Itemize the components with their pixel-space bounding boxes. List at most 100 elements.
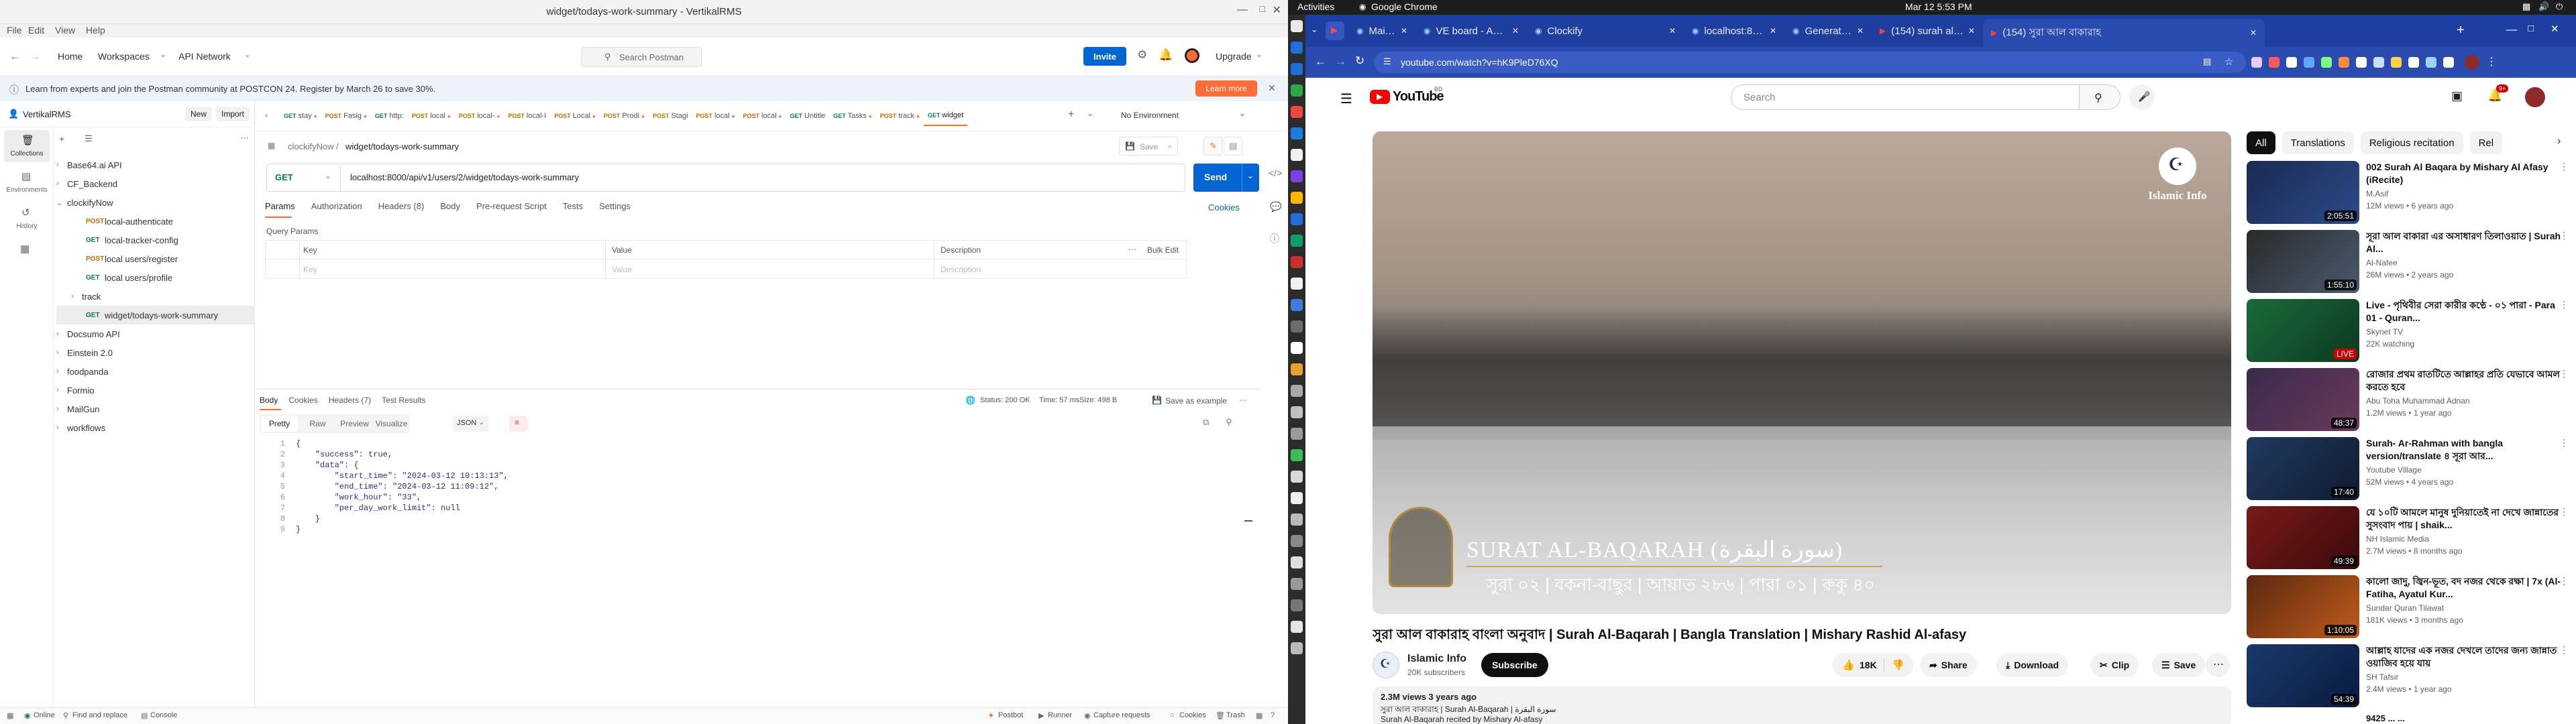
tab-search-icon[interactable]: ▶: [1326, 21, 1344, 40]
extension-icon[interactable]: [2426, 57, 2436, 68]
chevron-down-icon[interactable]: ⌄: [1087, 109, 1093, 118]
sidebar-item[interactable]: GET local-tracker-config: [56, 231, 255, 249]
runner-link[interactable]: Runner: [1048, 711, 1072, 719]
layout-icon[interactable]: ▦: [7, 711, 13, 720]
dock-app-icon[interactable]: [1291, 621, 1303, 633]
extension-icon[interactable]: [2321, 57, 2332, 68]
chrome-tab[interactable]: ◉ localhost:8080/clockify ✕: [1684, 19, 1784, 43]
more-icon[interactable]: ⋯: [1128, 245, 1136, 254]
active-app-label[interactable]: Google Chrome: [1371, 1, 1438, 12]
profile-avatar[interactable]: [2465, 55, 2479, 70]
dock-app-icon[interactable]: [1291, 556, 1303, 568]
console-link[interactable]: Console: [150, 711, 177, 719]
chrome-tab[interactable]: ◉ Generating Query Result ✕: [1784, 19, 1872, 43]
recommended-video[interactable]: 1:55:10 সূরা আল বাকারা এর অসাধারণ তিলাওয়…: [2247, 230, 2569, 293]
dock-app-icon[interactable]: [1291, 42, 1303, 54]
postbot-link[interactable]: Postbot: [998, 711, 1023, 719]
recommended-video[interactable]: LIVE Live - পৃথিবীর সেরা কারীর কণ্ঠে - ০১…: [2247, 299, 2569, 362]
dock-app-icon[interactable]: [1291, 342, 1303, 354]
request-subtab[interactable]: Params: [265, 201, 295, 216]
bell-icon[interactable]: 🔔: [1159, 48, 1173, 62]
request-subtab[interactable]: Tests: [563, 201, 583, 216]
recommended-title[interactable]: 9425 ... ...: [2366, 713, 2567, 723]
dock-app-icon[interactable]: [1291, 578, 1303, 590]
dock-app-icon[interactable]: [1291, 299, 1303, 311]
dock-app-icon[interactable]: [1291, 535, 1303, 547]
dock-app-icon[interactable]: [1291, 385, 1303, 397]
invite-button[interactable]: Invite: [1083, 47, 1126, 66]
filter-icon[interactable]: ☰: [85, 133, 93, 144]
search-input[interactable]: ⚲ Search Postman: [581, 47, 702, 67]
breadcrumb-parent[interactable]: clockifyNow: [288, 141, 334, 152]
api-network-menu[interactable]: API Network: [178, 51, 231, 62]
value-input[interactable]: Value: [612, 265, 632, 274]
capture-link[interactable]: Capture requests: [1093, 711, 1150, 719]
chrome-tab[interactable]: ◉ VE board - Agile board ✕: [1415, 19, 1527, 43]
dock-app-icon[interactable]: [1291, 492, 1303, 504]
sidebar-item[interactable]: › MailGun: [56, 400, 255, 418]
recommended-channel[interactable]: SH Tafsir: [2366, 672, 2567, 682]
import-button[interactable]: Import: [216, 107, 250, 121]
site-info-icon[interactable]: ☰: [1383, 56, 1391, 67]
request-tab[interactable]: POST local ●: [739, 106, 786, 126]
wrap-icon[interactable]: ≡: [509, 416, 528, 432]
forward-arrow-icon[interactable]: →: [1335, 55, 1346, 68]
maximize-icon[interactable]: □: [1260, 3, 1265, 14]
extension-icon[interactable]: [2269, 57, 2279, 68]
video-thumbnail[interactable]: 1:10:05: [2247, 575, 2359, 638]
learn-more-button[interactable]: Learn more: [1195, 80, 1257, 97]
recommended-channel[interactable]: Abu Toha Muhammad Adnan: [2366, 396, 2567, 406]
request-tab[interactable]: GET stay ●: [280, 106, 321, 126]
close-icon[interactable]: ✕: [1268, 82, 1276, 94]
sidebar-item[interactable]: › Base64.ai API: [56, 156, 255, 174]
menu-help[interactable]: Help: [86, 25, 105, 36]
dock-app-icon[interactable]: [1291, 149, 1303, 161]
edit-icon[interactable]: ✎: [1203, 137, 1222, 156]
recommended-video[interactable]: 49:39 যে ১০টি আমলে মানুষ দুনিয়াতেই না দে…: [2247, 506, 2569, 569]
dock-app-icon[interactable]: [1291, 20, 1303, 32]
workspaces-menu[interactable]: Workspaces: [98, 51, 150, 62]
response-tab[interactable]: Body: [260, 396, 278, 410]
sidebar-item[interactable]: › Formio: [56, 381, 255, 400]
recommended-video[interactable]: 2:05:51 002 Surah Al Baqara by Mishary Al…: [2247, 161, 2569, 224]
code-icon[interactable]: </>: [1269, 168, 1282, 178]
request-tab[interactable]: POST local-I: [504, 106, 550, 126]
recommended-channel[interactable]: Al-Nafee: [2366, 258, 2567, 267]
help-icon[interactable]: ?: [1271, 711, 1275, 719]
new-tab-icon[interactable]: +: [2457, 23, 2465, 38]
maximize-icon[interactable]: □: [2528, 23, 2534, 34]
dock-app-icon[interactable]: [1291, 84, 1303, 97]
extension-icon[interactable]: [2391, 57, 2402, 68]
dock-app-icon[interactable]: [1291, 471, 1303, 483]
recommended-title[interactable]: কালো জাদু, জ্বিন-ভূত, বদ নজর থেকে রক্ষা …: [2366, 575, 2567, 601]
more-icon[interactable]: ⋯: [240, 133, 249, 143]
home-link[interactable]: Home: [58, 51, 83, 62]
recommended-title[interactable]: 002 Surah Al Baqara by Mishary Al Afasy …: [2366, 161, 2567, 186]
sidebar-item[interactable]: › Docsumo API: [56, 324, 255, 343]
response-tab[interactable]: Test Results: [382, 396, 425, 410]
key-input[interactable]: Key: [303, 265, 317, 274]
send-button[interactable]: Send ⌄: [1193, 164, 1259, 192]
recommended-title[interactable]: রোজার প্রথম রাতটিতে আল্লাহর প্রতি যেভাবে…: [2366, 368, 2567, 394]
response-view-option[interactable]: Visualize: [373, 414, 410, 433]
dock-app-icon[interactable]: [1291, 213, 1303, 225]
video-thumbnail[interactable]: 54:39: [2247, 644, 2359, 707]
request-tab[interactable]: POST Fasig ●: [321, 106, 371, 126]
online-status[interactable]: Online: [34, 711, 55, 719]
save-button[interactable]: 💾 Save ⌄: [1119, 137, 1178, 156]
request-tab[interactable]: GET Untitle: [786, 106, 830, 126]
address-bar[interactable]: ☰ youtube.com/watch?v=hK9PleD76XQ ▤ ☆: [1374, 52, 2246, 73]
configure-icon[interactable]: ▦: [20, 243, 30, 255]
more-icon[interactable]: ⋮: [2559, 230, 2569, 241]
recommended-video[interactable]: 54:39 আল্লাহ যাদের এক নজর দেখলে তাদের জন্…: [2247, 644, 2569, 707]
video-thumbnail[interactable]: LIVE: [2247, 299, 2359, 362]
dock-app-icon[interactable]: [1291, 63, 1303, 75]
dock-app-icon[interactable]: [1291, 320, 1303, 333]
upgrade-button[interactable]: Upgrade: [1216, 51, 1252, 62]
clock[interactable]: Mar 12 5:53 PM: [1905, 1, 1972, 12]
more-icon[interactable]: ⋮: [2559, 644, 2569, 656]
minimize-icon[interactable]: —: [2506, 24, 2517, 36]
more-icon[interactable]: ⋮: [2559, 437, 2569, 448]
extension-icon[interactable]: [2286, 57, 2297, 68]
recommended-title[interactable]: Surah- Ar-Rahman with bangla version/tra…: [2366, 437, 2567, 463]
